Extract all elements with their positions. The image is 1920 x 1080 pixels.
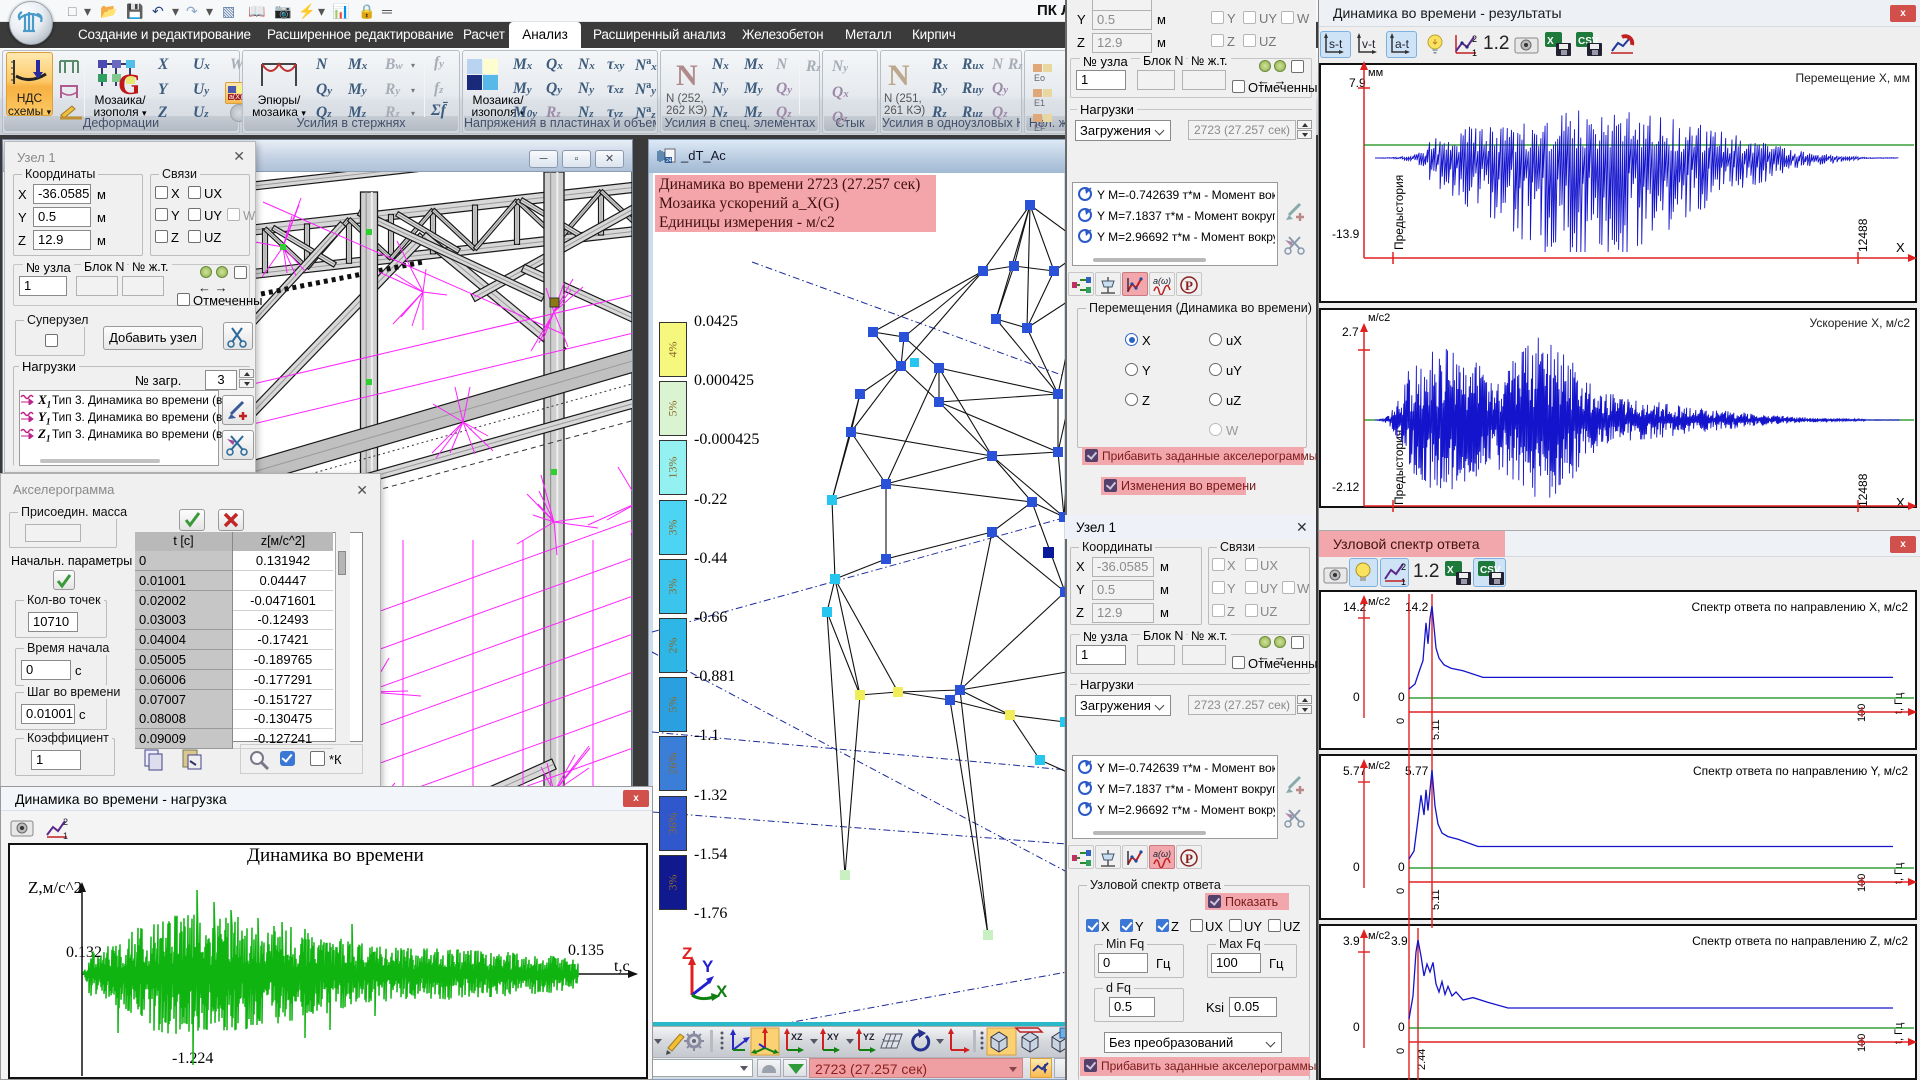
svg-text:24: 24 — [666, 158, 672, 164]
svg-text:Eo: Eo — [1034, 73, 1045, 83]
svg-text:XZ: XZ — [791, 1032, 803, 1042]
svg-text:E1: E1 — [1034, 98, 1045, 108]
svg-text:EF: EF — [1034, 123, 1046, 133]
svg-text:Z: Z — [682, 945, 692, 963]
svg-text:P: P — [1185, 851, 1193, 866]
svg-text:YZ: YZ — [863, 1032, 875, 1042]
svg-text:a(ω): a(ω) — [1153, 276, 1171, 286]
svg-text:a(X): a(X) — [229, 94, 242, 101]
svg-text:P: P — [1185, 278, 1193, 293]
svg-text:XY: XY — [827, 1032, 839, 1042]
svg-text:a(ω): a(ω) — [1153, 849, 1171, 859]
svg-text:X: X — [716, 982, 728, 1001]
svg-text:Y: Y — [702, 957, 714, 976]
